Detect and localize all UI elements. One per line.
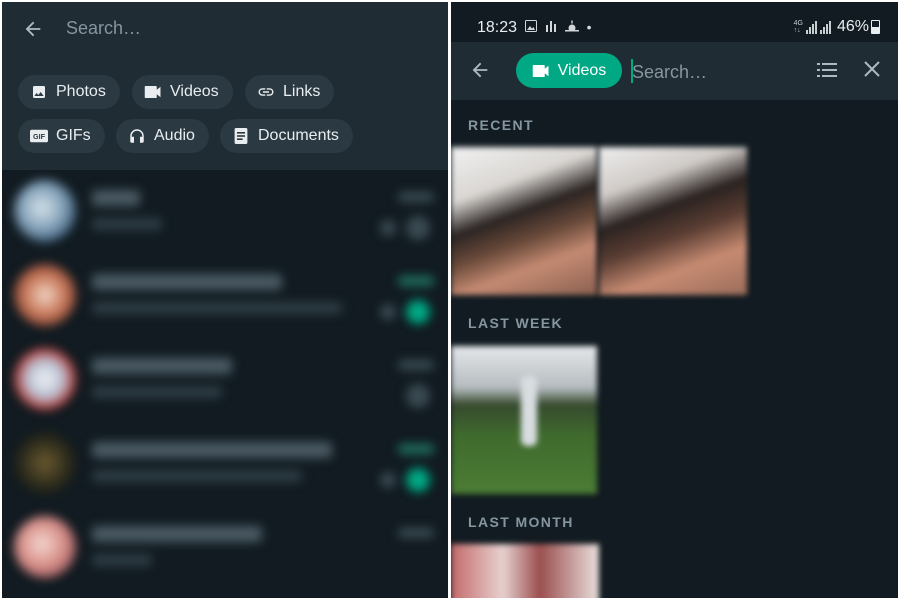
- video-thumbnail[interactable]: [451, 544, 599, 598]
- status-right-group: 4G ↑↓ 46%: [794, 18, 880, 36]
- videos-filter-chip[interactable]: Videos: [516, 53, 622, 88]
- arrow-left-icon[interactable]: [22, 18, 44, 45]
- right-panel: 18:23 • 4G ↑↓ 46% Videos Search… RECENT …: [451, 2, 898, 598]
- mute-icon: [380, 220, 396, 236]
- section-recent: RECENT: [468, 117, 534, 133]
- chat-row[interactable]: [2, 422, 448, 506]
- chat-time-placeholder: [398, 360, 434, 370]
- videocam-icon: [144, 83, 162, 101]
- chip-videos[interactable]: Videos: [132, 75, 233, 109]
- unread-badge: [406, 300, 430, 324]
- chat-message-placeholder: [92, 218, 162, 230]
- chat-name-placeholder: [92, 190, 140, 206]
- search-input[interactable]: Search…: [632, 62, 707, 83]
- chip-label: Photos: [56, 83, 106, 100]
- thumbnail-figure: [521, 376, 537, 446]
- chip-photos[interactable]: Photos: [18, 75, 120, 109]
- battery-icon: [871, 20, 880, 34]
- chip-label: GIFs: [56, 127, 91, 144]
- chat-name-placeholder: [92, 442, 332, 458]
- signal-icon: [805, 20, 818, 34]
- chip-label: Videos: [170, 83, 219, 100]
- chip-audio[interactable]: Audio: [116, 119, 209, 153]
- chat-row[interactable]: [2, 338, 448, 422]
- chat-time-placeholder: [398, 192, 434, 202]
- chip-label: Links: [283, 83, 321, 100]
- chip-label: Documents: [258, 127, 339, 144]
- video-thumbnail[interactable]: [451, 147, 597, 295]
- chip-label: Videos: [557, 61, 607, 79]
- chip-documents[interactable]: Documents: [220, 119, 353, 153]
- videocam-icon: [532, 64, 550, 78]
- arrow-left-icon[interactable]: [469, 59, 491, 86]
- dot-icon: •: [586, 19, 596, 35]
- unread-badge: [406, 216, 430, 240]
- avatar: [14, 516, 76, 578]
- chart-icon: [545, 21, 556, 32]
- chat-name-placeholder: [92, 358, 232, 374]
- battery-percent: 46%: [836, 18, 869, 35]
- search-input[interactable]: Search…: [66, 18, 141, 39]
- chat-message-placeholder: [92, 470, 302, 482]
- chat-name-placeholder: [92, 274, 282, 290]
- chat-message-placeholder: [92, 386, 222, 398]
- headphones-icon: [128, 127, 146, 145]
- unread-badge: [406, 468, 430, 492]
- status-time: 18:23: [477, 19, 518, 36]
- network-4g-icon: 4G ↑↓: [793, 20, 803, 34]
- video-thumbnail[interactable]: [599, 147, 747, 295]
- notification-icons: •: [525, 19, 596, 35]
- signal-icon: [819, 20, 832, 34]
- search-header: Search… Photos Videos Links GIF GIFs Aud…: [2, 2, 448, 170]
- avatar: [14, 432, 76, 494]
- mute-icon: [380, 472, 396, 488]
- chat-time-placeholder: [398, 528, 434, 538]
- left-panel: Search… Photos Videos Links GIF GIFs Aud…: [2, 2, 448, 598]
- status-bar: 18:23 • 4G ↑↓ 46%: [451, 2, 898, 42]
- list-view-icon[interactable]: [817, 62, 837, 83]
- chat-row[interactable]: [2, 506, 448, 590]
- chat-message-placeholder: [92, 554, 152, 566]
- search-header: Videos Search…: [451, 42, 898, 100]
- image-icon: [525, 20, 537, 32]
- mute-icon: [380, 304, 396, 320]
- chat-time-placeholder: [398, 444, 434, 454]
- chip-gifs[interactable]: GIF GIFs: [18, 119, 105, 153]
- chat-time-placeholder: [398, 276, 434, 286]
- chip-links[interactable]: Links: [245, 75, 335, 109]
- unread-badge: [406, 384, 430, 408]
- section-last-month: LAST MONTH: [468, 514, 574, 530]
- chat-name-placeholder: [92, 526, 262, 542]
- image-icon: [30, 83, 48, 101]
- video-thumbnail[interactable]: [451, 346, 597, 494]
- avatar: [14, 180, 76, 242]
- svg-text:GIF: GIF: [33, 132, 46, 141]
- avatar: [14, 264, 76, 326]
- chip-label: Audio: [154, 127, 195, 144]
- weather-icon: [564, 20, 579, 32]
- avatar: [14, 348, 76, 410]
- gif-icon: GIF: [30, 127, 48, 145]
- chat-message-placeholder: [92, 302, 342, 314]
- section-last-week: LAST WEEK: [468, 315, 564, 331]
- chat-row[interactable]: [2, 170, 448, 254]
- close-icon[interactable]: [863, 60, 881, 81]
- document-icon: [232, 127, 250, 145]
- chat-row[interactable]: [2, 254, 448, 338]
- link-icon: [257, 83, 275, 101]
